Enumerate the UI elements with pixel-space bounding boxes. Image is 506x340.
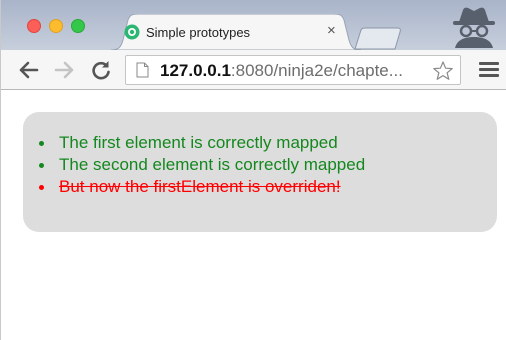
bullet (39, 163, 44, 168)
address-bar[interactable]: 127.0.0.1:8080/ninja2e/chapte... (125, 55, 461, 85)
bullet (39, 141, 44, 146)
result-list: The first element is correctly mapped Th… (39, 132, 366, 198)
back-arrow-icon[interactable] (17, 58, 39, 82)
list-item-text: The first element is correctly mapped (59, 133, 338, 152)
menu-bar (479, 62, 499, 65)
active-tab[interactable]: Simple prototypes × (111, 14, 361, 50)
ninja-favicon-icon (124, 24, 140, 40)
browser-toolbar: 127.0.0.1:8080/ninja2e/chapte... (1, 50, 506, 90)
new-tab-button[interactable] (353, 27, 403, 50)
tab-close-icon[interactable]: × (327, 23, 336, 39)
window-close-button[interactable] (27, 19, 41, 33)
url-host: 127.0.0.1 (160, 61, 231, 80)
list-item-text: The second element is correctly mapped (59, 155, 366, 174)
list-item: The first element is correctly mapped (39, 132, 365, 154)
bullet (39, 185, 44, 190)
page-content: The first element is correctly mapped Th… (1, 91, 506, 340)
reload-icon[interactable] (89, 58, 113, 82)
page-icon (136, 62, 149, 78)
menu-bar (479, 74, 499, 77)
window-zoom-button[interactable] (71, 19, 85, 33)
forward-arrow-icon[interactable] (54, 58, 76, 82)
browser-window: Simple prototypes × 127.0.0.1:8080/ninja… (0, 0, 506, 340)
result-panel: The first element is correctly mapped Th… (23, 112, 497, 232)
window-minimize-button[interactable] (49, 19, 63, 33)
menu-icon[interactable] (479, 62, 499, 78)
list-item: The second element is correctly mapped (39, 154, 366, 176)
tab-strip: Simple prototypes × (1, 0, 506, 50)
bookmark-star-icon[interactable] (432, 60, 454, 82)
url-text[interactable]: 127.0.0.1:8080/ninja2e/chapte... (160, 61, 430, 81)
tab-title: Simple prototypes (146, 25, 251, 40)
list-item: But now the firstElement is overriden! (39, 176, 365, 198)
menu-bar (479, 68, 499, 71)
list-item-text: But now the firstElement is overriden! (59, 177, 341, 196)
url-path: :8080/ninja2e/chapte... (230, 61, 403, 80)
incognito-icon (453, 7, 495, 48)
